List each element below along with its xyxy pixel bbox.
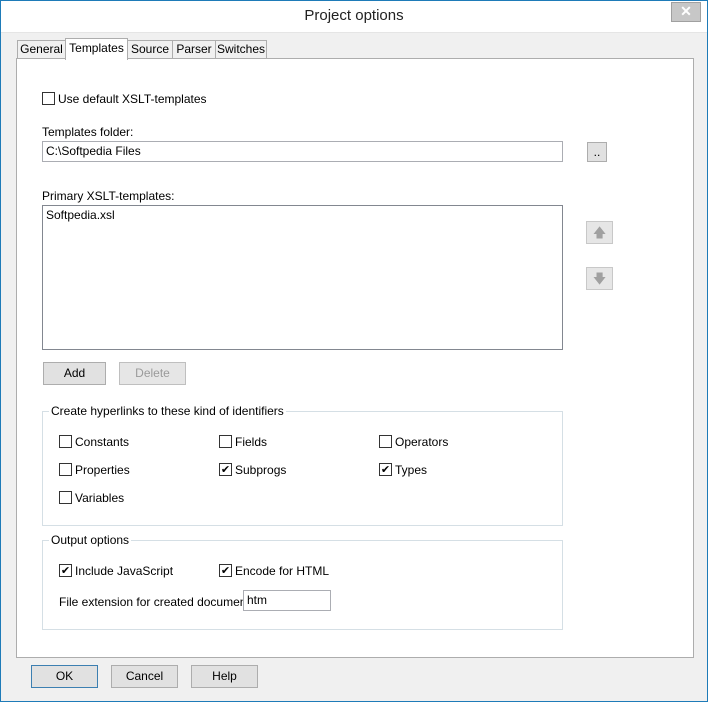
add-button[interactable]: Add xyxy=(43,362,106,385)
checkbox-box[interactable] xyxy=(219,435,232,448)
file-extension-label: File extension for created documents: xyxy=(59,595,260,609)
tab-parser[interactable]: Parser xyxy=(172,40,216,58)
checkbox-box[interactable]: ✔ xyxy=(59,564,72,577)
use-default-templates-label: Use default XSLT-templates xyxy=(58,92,207,106)
checkbox-box[interactable]: ✔ xyxy=(219,463,232,476)
tab-templates[interactable]: Templates xyxy=(65,38,128,60)
project-options-dialog: Project options ✕ General Templates Sour… xyxy=(0,0,708,702)
checkbox-box[interactable] xyxy=(59,463,72,476)
tab-switches[interactable]: Switches xyxy=(215,40,267,58)
primary-templates-list[interactable]: Softpedia.xsl xyxy=(42,205,563,350)
delete-button[interactable]: Delete xyxy=(119,362,186,385)
file-extension-input[interactable]: htm xyxy=(243,590,331,611)
hyperlinks-group: Create hyperlinks to these kind of ident… xyxy=(42,404,563,526)
arrow-up-icon: 🡅 xyxy=(592,225,607,240)
fields-label: Fields xyxy=(235,435,268,449)
close-icon: ✕ xyxy=(680,3,692,19)
title-bar: Project options ✕ xyxy=(1,1,707,33)
checkbox-box[interactable] xyxy=(59,435,72,448)
subprogs-label: Subprogs xyxy=(235,463,287,477)
output-options-group: Output options ✔ Include JavaScript ✔ En… xyxy=(42,533,563,630)
include-javascript-label: Include JavaScript xyxy=(75,564,174,578)
close-button[interactable]: ✕ xyxy=(671,2,701,22)
ok-button[interactable]: OK xyxy=(31,665,98,688)
move-down-button[interactable]: 🡇 xyxy=(586,267,613,290)
types-label: Types xyxy=(395,463,428,477)
move-up-button[interactable]: 🡅 xyxy=(586,221,613,244)
window-title: Project options xyxy=(304,7,404,24)
output-options-group-title: Output options xyxy=(49,533,132,547)
cancel-button[interactable]: Cancel xyxy=(111,665,178,688)
browse-folder-button[interactable]: .. xyxy=(587,142,607,162)
primary-templates-label: Primary XSLT-templates: xyxy=(42,189,175,203)
help-button[interactable]: Help xyxy=(191,665,258,688)
constants-label: Constants xyxy=(75,435,130,449)
checkbox-box[interactable]: ✔ xyxy=(379,463,392,476)
encode-html-label: Encode for HTML xyxy=(235,564,330,578)
templates-panel: Use default XSLT-templates Templates fol… xyxy=(16,58,694,658)
tab-general[interactable]: General xyxy=(17,40,66,58)
checkbox-box[interactable]: ✔ xyxy=(219,564,232,577)
checkbox-box[interactable] xyxy=(59,491,72,504)
hyperlinks-group-title: Create hyperlinks to these kind of ident… xyxy=(49,404,286,418)
operators-label: Operators xyxy=(395,435,449,449)
checkbox-box[interactable] xyxy=(379,435,392,448)
properties-label: Properties xyxy=(75,463,130,477)
arrow-down-icon: 🡇 xyxy=(592,271,607,286)
templates-folder-label: Templates folder: xyxy=(42,125,134,139)
checkbox-box[interactable] xyxy=(42,92,55,105)
tab-source[interactable]: Source xyxy=(127,40,173,58)
templates-folder-input[interactable]: C:\Softpedia Files xyxy=(42,141,563,162)
variables-label: Variables xyxy=(75,491,125,505)
list-item[interactable]: Softpedia.xsl xyxy=(46,208,559,222)
